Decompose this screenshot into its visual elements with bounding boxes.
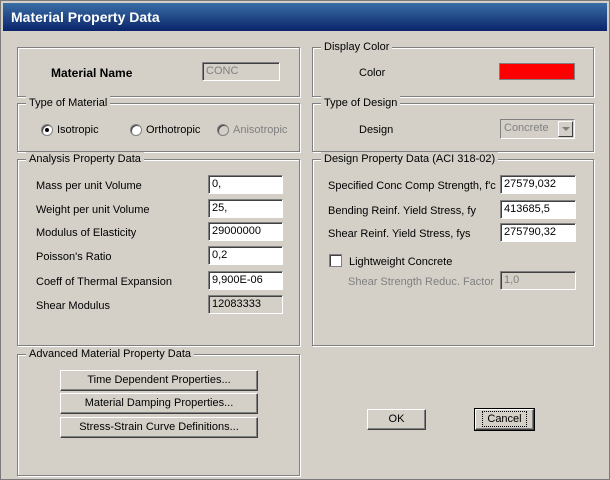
shear-modulus-label: Shear Modulus [36, 300, 110, 312]
shear-factor-field: 1,0 [500, 271, 576, 290]
advanced-property-group: Advanced Material Property Data Time Dep… [17, 347, 300, 476]
thermal-expansion-input[interactable]: 9,900E-06 [208, 271, 283, 290]
mass-per-volume-label: Mass per unit Volume [36, 180, 142, 192]
ok-button[interactable]: OK [367, 409, 426, 430]
shear-modulus-field: 12083333 [208, 295, 283, 314]
modulus-elasticity-input[interactable]: 29000000 [208, 222, 283, 241]
conc-strength-label: Specified Conc Comp Strength, f'c [328, 180, 496, 192]
type-of-design-group: Type of Design Design Concrete [312, 96, 594, 152]
design-dropdown-value: Concrete [504, 122, 549, 134]
lightweight-concrete-checkbox[interactable] [329, 254, 342, 267]
analysis-property-legend: Analysis Property Data [26, 152, 144, 166]
poissons-ratio-input[interactable]: 0,2 [208, 246, 283, 265]
mass-per-volume-input[interactable]: 0, [208, 175, 283, 194]
cancel-button[interactable]: Cancel [474, 408, 535, 431]
type-of-design-legend: Type of Design [321, 96, 401, 110]
material-damping-button[interactable]: Material Damping Properties... [60, 393, 258, 414]
window-title: Material Property Data [11, 9, 160, 25]
cancel-button-label: Cancel [482, 411, 527, 427]
weight-per-volume-label: Weight per unit Volume [36, 204, 150, 216]
anisotropic-radio [217, 124, 229, 136]
design-property-group: Design Property Data (ACI 318-02) Specif… [312, 152, 594, 346]
stress-strain-button[interactable]: Stress-Strain Curve Definitions... [60, 417, 258, 438]
color-swatch[interactable] [499, 63, 575, 80]
orthotropic-label: Orthotropic [146, 124, 201, 136]
shear-factor-label: Shear Strength Reduc. Factor [348, 276, 495, 288]
material-property-dialog: Material Property Data Material Name CON… [0, 0, 610, 480]
modulus-elasticity-label: Modulus of Elasticity [36, 227, 137, 239]
isotropic-label: Isotropic [57, 124, 99, 136]
material-name-label: Material Name [51, 66, 133, 80]
advanced-property-legend: Advanced Material Property Data [26, 347, 195, 361]
shear-yield-label: Shear Reinf. Yield Stress, fys [328, 228, 471, 240]
material-name-group: Material Name CONC [17, 47, 300, 97]
chevron-down-icon [558, 121, 573, 137]
analysis-property-group: Analysis Property Data Mass per unit Vol… [17, 152, 300, 346]
bending-yield-label: Bending Reinf. Yield Stress, fy [328, 205, 476, 217]
lightweight-concrete-label: Lightweight Concrete [349, 256, 453, 268]
display-color-group: Display Color Color [312, 40, 594, 97]
shear-yield-input[interactable]: 275790,32 [500, 223, 576, 242]
bending-yield-input[interactable]: 413685,5 [500, 200, 576, 219]
thermal-expansion-label: Coeff of Thermal Expansion [36, 276, 172, 288]
time-dependent-button[interactable]: Time Dependent Properties... [60, 370, 258, 391]
design-dropdown: Concrete [500, 119, 575, 139]
poissons-ratio-label: Poisson's Ratio [36, 251, 112, 263]
display-color-legend: Display Color [321, 40, 393, 54]
weight-per-volume-input[interactable]: 25, [208, 199, 283, 218]
color-label: Color [359, 67, 386, 79]
design-label: Design [359, 124, 394, 136]
design-property-legend: Design Property Data (ACI 318-02) [321, 152, 499, 166]
title-bar[interactable]: Material Property Data [3, 3, 607, 31]
conc-strength-input[interactable]: 27579,032 [500, 175, 576, 194]
anisotropic-label: Anisotropic [233, 124, 288, 136]
material-name-field: CONC [202, 62, 280, 81]
orthotropic-radio[interactable] [130, 124, 142, 136]
type-of-material-group: Type of Material Isotropic Orthotropic A… [17, 96, 300, 152]
type-of-material-legend: Type of Material [26, 96, 111, 110]
isotropic-radio[interactable] [41, 124, 53, 136]
